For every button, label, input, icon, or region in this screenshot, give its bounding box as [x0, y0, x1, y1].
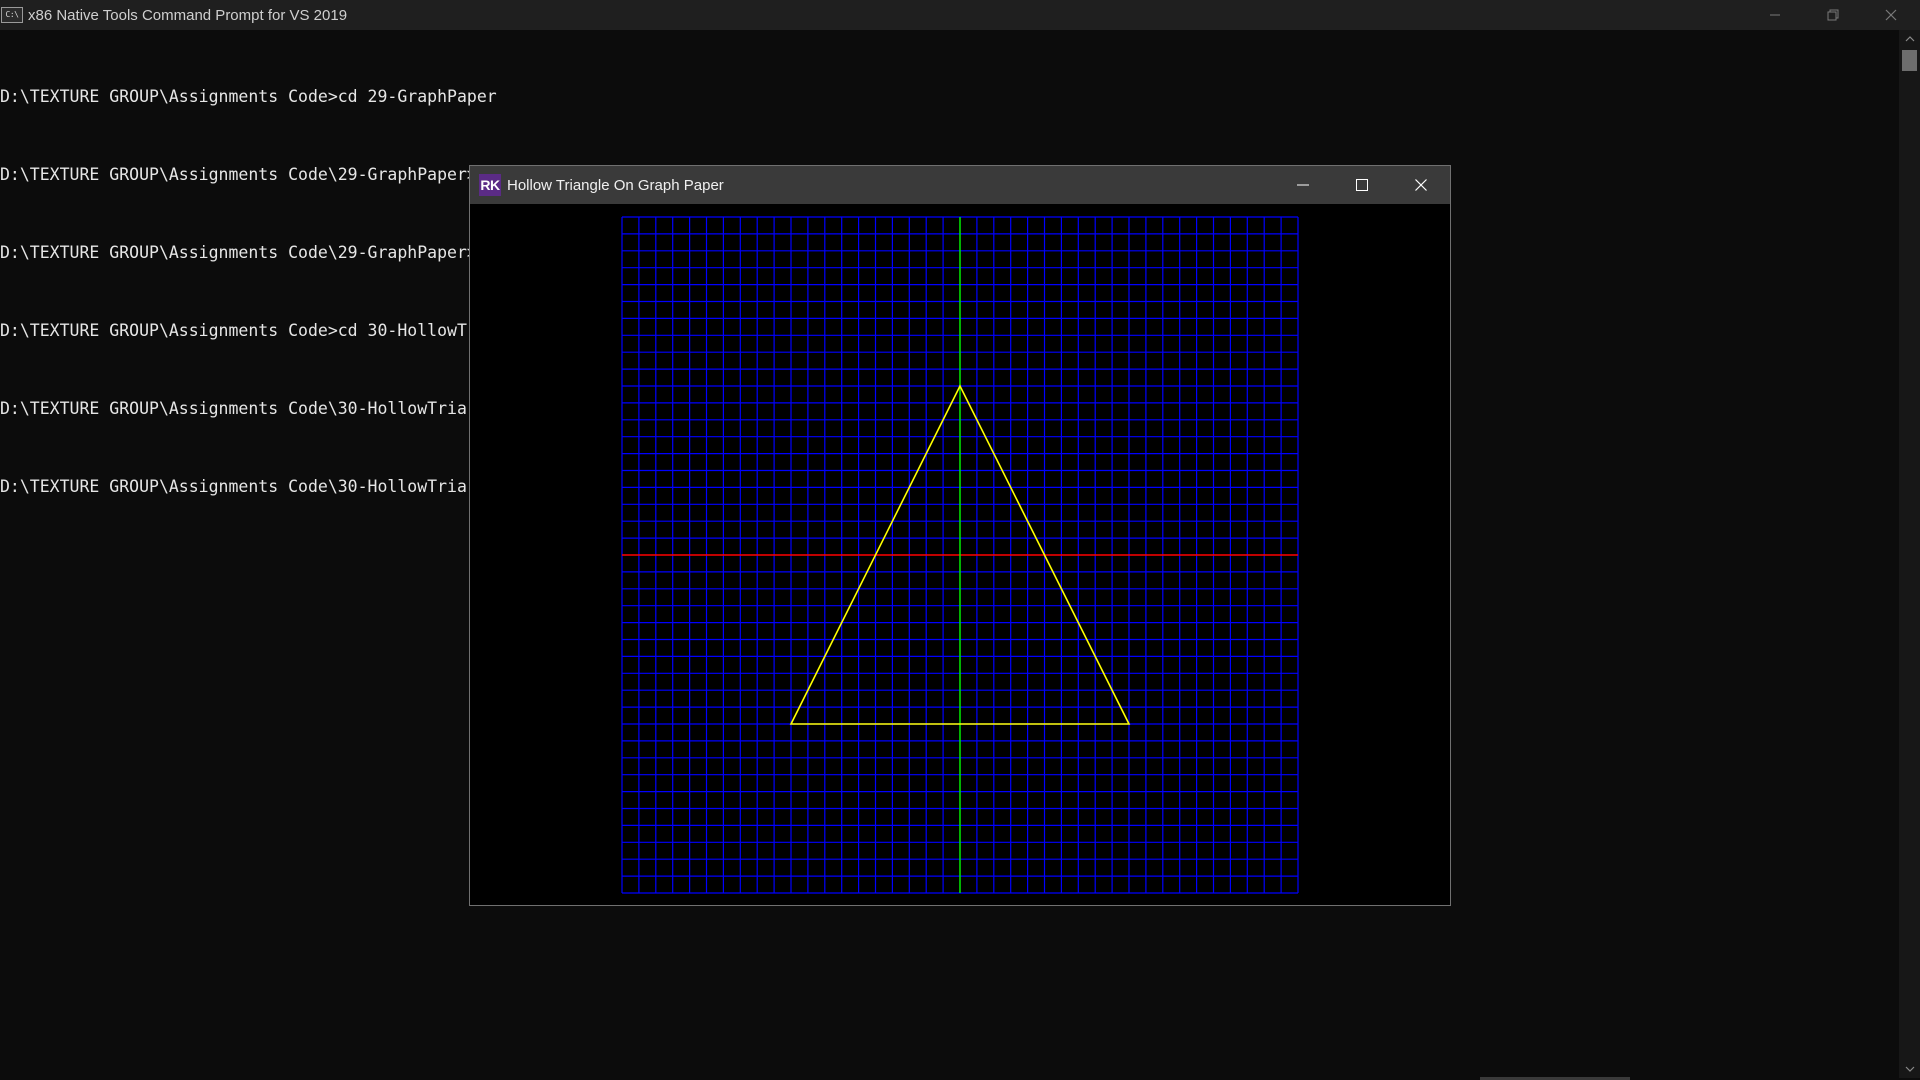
close-icon [1414, 179, 1427, 191]
scroll-thumb[interactable] [1902, 50, 1917, 71]
opengl-window-title: Hollow Triangle On Graph Paper [507, 176, 724, 194]
opengl-minimize-button[interactable] [1273, 166, 1332, 204]
opengl-window: RK Hollow Triangle On Graph Paper [469, 165, 1451, 906]
console-restore-button[interactable] [1804, 0, 1862, 30]
maximize-icon [1355, 179, 1368, 191]
chevron-down-icon [1905, 1066, 1914, 1072]
graph-paper [621, 216, 1299, 894]
console-titlebar[interactable]: C:\ x86 Native Tools Command Prompt for … [0, 0, 1920, 30]
console-minimize-button[interactable] [1746, 0, 1804, 30]
minimize-icon [1296, 184, 1309, 186]
rk-app-icon: RK [479, 174, 501, 196]
console-app-icon: C:\ [1, 7, 23, 23]
console-title: x86 Native Tools Command Prompt for VS 2… [28, 6, 348, 24]
opengl-canvas[interactable] [470, 204, 1450, 905]
console-window-controls [1746, 0, 1920, 30]
console-close-button[interactable] [1862, 0, 1920, 30]
opengl-window-controls [1273, 166, 1450, 204]
minimize-icon [1770, 14, 1780, 16]
scroll-down-button[interactable] [1899, 1060, 1920, 1078]
close-icon [1885, 9, 1897, 21]
scroll-up-button[interactable] [1899, 30, 1920, 48]
chevron-up-icon [1905, 36, 1914, 42]
console-line: D:\TEXTURE GROUP\Assignments Code>cd 29-… [0, 87, 497, 106]
console-scrollbar[interactable] [1899, 30, 1920, 1078]
opengl-maximize-button[interactable] [1332, 166, 1391, 204]
opengl-titlebar[interactable]: RK Hollow Triangle On Graph Paper [470, 166, 1450, 204]
opengl-close-button[interactable] [1391, 166, 1450, 204]
restore-icon [1827, 9, 1839, 21]
